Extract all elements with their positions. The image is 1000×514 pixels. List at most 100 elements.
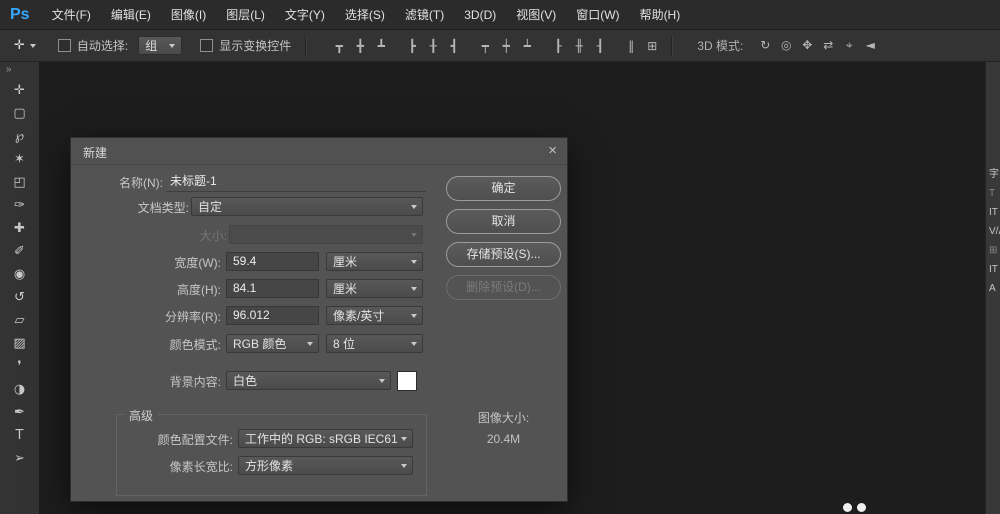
photoshop-logo[interactable]: Ps [10, 6, 30, 24]
menu-select[interactable]: 选择(S) [335, 0, 395, 30]
show-transform-checkbox[interactable] [200, 39, 213, 52]
spacing-group: ‖ ⊞ [622, 39, 661, 53]
width-unit-select[interactable]: 厘米 [326, 252, 423, 271]
size-select [229, 225, 423, 244]
italic-icon[interactable]: IT [989, 207, 1000, 218]
3d-roll-camera-icon[interactable]: ◎ [777, 38, 795, 53]
close-icon[interactable]: × [548, 142, 557, 159]
distribute-left-edges-icon[interactable]: ┠ [549, 39, 567, 53]
3d-scale-camera-icon[interactable]: ⌖ [840, 38, 858, 53]
auto-select-checkbox[interactable] [58, 39, 71, 52]
background-select[interactable]: 白色 [226, 371, 391, 390]
chevron-down-icon [411, 314, 417, 318]
cancel-button[interactable]: 取消 [446, 209, 561, 234]
save-preset-button[interactable]: 存储预设(S)... [446, 242, 561, 267]
collapse-panel-icon[interactable]: » [0, 62, 39, 79]
kerning-icon[interactable]: V/A [989, 226, 1000, 237]
menu-file[interactable]: 文件(F) [42, 0, 101, 30]
quick-selection-tool-button[interactable]: ✶ [0, 148, 39, 171]
type-tool-button[interactable]: T [0, 424, 39, 447]
character-panel-icon[interactable]: 字 [989, 165, 1000, 180]
color-mode-label: 颜色模式: [81, 336, 221, 354]
menu-view[interactable]: 视图(V) [506, 0, 566, 30]
pen-tool-button[interactable]: ✒ [0, 401, 39, 424]
name-label: 名称(N): [81, 174, 163, 192]
name-input[interactable]: 未标题-1 [166, 173, 426, 192]
document-type-select[interactable]: 自定 [191, 197, 423, 216]
bit-depth-select[interactable]: 8 位 [326, 334, 423, 353]
tools-panel: » ✛ ▢ ℘ ✶ ◰ ✑ ✚ ✐ ◉ ↺ ▱ ▨ ❜ ◑ ✒ T ➢ [0, 62, 40, 514]
width-input[interactable]: 59.4 [226, 252, 319, 271]
character-panel-edge: 字 T IT V/A ⊞ IT A [985, 62, 1000, 514]
align-horizontal-centers-icon[interactable]: ╂ [424, 39, 442, 53]
pixel-aspect-value: 方形像素 [245, 458, 293, 474]
resolution-unit-select[interactable]: 像素/英寸 [326, 306, 423, 325]
background-label: 背景内容: [81, 373, 221, 391]
menu-type[interactable]: 文字(Y) [275, 0, 335, 30]
3d-rotate-camera-icon[interactable]: ↻ [756, 38, 774, 53]
tool-preset-picker[interactable]: ✛ [14, 38, 36, 53]
brush-tool-button[interactable]: ✐ [0, 240, 39, 263]
eraser-tool-button[interactable]: ▱ [0, 309, 39, 332]
lasso-tool-button[interactable]: ℘ [0, 125, 39, 148]
size-label: 大小: [81, 227, 227, 245]
move-tool-button[interactable]: ✛ [0, 79, 39, 102]
crop-tool-button[interactable]: ◰ [0, 171, 39, 194]
dialog-titlebar[interactable] [71, 138, 567, 165]
resolution-input[interactable]: 96.012 [226, 306, 319, 325]
menu-image[interactable]: 图像(I) [161, 0, 216, 30]
align-left-edges-icon[interactable]: ┣ [403, 39, 421, 53]
dialog-title: 新建 [83, 144, 107, 161]
show-transform-label: 显示变换控件 [219, 37, 291, 54]
align-top-edges-icon[interactable]: ┳ [330, 39, 348, 53]
distribute-right-edges-icon[interactable]: ┨ [591, 39, 609, 53]
path-selection-tool-button[interactable]: ➢ [0, 447, 39, 470]
rectangular-marquee-tool-button[interactable]: ▢ [0, 102, 39, 125]
3d-mode-icons-group: ↻ ◎ ✥ ⇄ ⌖ ◄ [756, 38, 879, 53]
chevron-down-icon [307, 342, 313, 346]
color-mode-select[interactable]: RGB 颜色 [226, 334, 319, 353]
name-value: 未标题-1 [166, 174, 217, 188]
baseline-icon[interactable]: A [989, 283, 1000, 294]
align-bottom-edges-icon[interactable]: ┻ [372, 39, 390, 53]
height-unit-select[interactable]: 厘米 [326, 279, 423, 298]
scale-icon[interactable]: ⊞ [989, 245, 1000, 256]
chevron-down-icon [411, 342, 417, 346]
movie-camera-icon[interactable]: ◄ [861, 38, 879, 53]
auto-select-target-select[interactable]: 组 [138, 36, 182, 55]
healing-brush-tool-button[interactable]: ✚ [0, 217, 39, 240]
blur-tool-button[interactable]: ❜ [0, 355, 39, 378]
type-style-icon[interactable]: T [989, 188, 1000, 199]
distribute-spacing-icon[interactable]: ‖ [622, 39, 640, 53]
eyedropper-tool-button[interactable]: ✑ [0, 194, 39, 217]
history-brush-tool-button[interactable]: ↺ [0, 286, 39, 309]
height-input[interactable]: 84.1 [226, 279, 319, 298]
align-vertical-centers-icon[interactable]: ╋ [351, 39, 369, 53]
menu-3d[interactable]: 3D(D) [454, 0, 506, 30]
resolution-unit-value: 像素/英寸 [333, 308, 384, 324]
pixel-aspect-select[interactable]: 方形像素 [238, 456, 413, 475]
distribute-top-edges-icon[interactable]: ┯ [476, 39, 494, 53]
3d-slide-camera-icon[interactable]: ⇄ [819, 38, 837, 53]
dodge-tool-button[interactable]: ◑ [0, 378, 39, 401]
ok-button[interactable]: 确定 [446, 176, 561, 201]
distribute-bottom-edges-icon[interactable]: ┷ [518, 39, 536, 53]
clone-stamp-tool-button[interactable]: ◉ [0, 263, 39, 286]
menu-edit[interactable]: 编辑(E) [101, 0, 161, 30]
menu-help[interactable]: 帮助(H) [630, 0, 691, 30]
align-right-edges-icon[interactable]: ┫ [445, 39, 463, 53]
distribute-horizontal-centers-icon[interactable]: ╫ [570, 39, 588, 53]
gradient-tool-button[interactable]: ▨ [0, 332, 39, 355]
delete-preset-button: 删除预设(D)... [446, 275, 561, 300]
menu-layer[interactable]: 图层(L) [216, 0, 275, 30]
move-tool-icon: ✛ [14, 38, 25, 53]
italic-icon[interactable]: IT [989, 264, 1000, 275]
auto-align-layers-icon[interactable]: ⊞ [643, 39, 661, 53]
background-color-swatch[interactable] [397, 371, 417, 391]
chevron-down-icon [411, 205, 417, 209]
3d-pan-camera-icon[interactable]: ✥ [798, 38, 816, 53]
menu-filter[interactable]: 滤镜(T) [395, 0, 454, 30]
menu-window[interactable]: 窗口(W) [566, 0, 629, 30]
distribute-vertical-centers-icon[interactable]: ┿ [497, 39, 515, 53]
color-profile-select[interactable]: 工作中的 RGB: sRGB IEC619... [238, 429, 413, 448]
